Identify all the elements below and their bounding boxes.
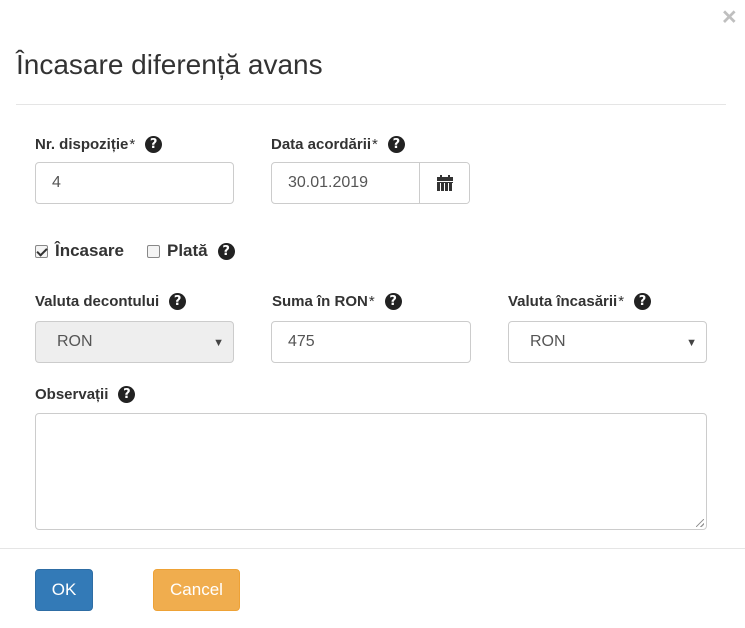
suma-ron-input[interactable]: 475 bbox=[271, 321, 471, 363]
valuta-decontului-label: Valuta decontului ? bbox=[35, 291, 187, 311]
required-mark: * bbox=[129, 135, 136, 153]
suma-ron-value: 475 bbox=[288, 333, 315, 350]
data-acordarii-value: 30.01.2019 bbox=[288, 174, 369, 191]
valuta-decontului-value: RON bbox=[57, 333, 93, 350]
observatii-textarea[interactable] bbox=[35, 413, 707, 530]
valuta-decontului-select: RON ▼ bbox=[35, 321, 234, 363]
calendar-icon bbox=[436, 175, 453, 191]
help-icon[interactable]: ? bbox=[634, 292, 652, 310]
chevron-down-icon: ▼ bbox=[213, 337, 224, 349]
suma-ron-label: Suma în RON * ? bbox=[272, 291, 402, 311]
plata-checkbox[interactable] bbox=[147, 244, 160, 258]
incasare-checkbox[interactable] bbox=[35, 244, 48, 258]
data-acordarii-label-text: Data acordării bbox=[271, 135, 372, 153]
help-icon[interactable]: ? bbox=[145, 135, 163, 153]
help-icon[interactable]: ? bbox=[217, 242, 235, 260]
resize-handle[interactable] bbox=[696, 519, 704, 527]
nr-dispozitie-label-text: Nr. dispoziție bbox=[35, 135, 129, 153]
nr-dispozitie-value: 4 bbox=[52, 174, 61, 191]
valuta-incasarii-select[interactable]: RON ▼ bbox=[508, 321, 707, 363]
data-acordarii-label: Data acordării * ? bbox=[271, 134, 405, 154]
incasare-label: Încasare bbox=[55, 241, 124, 260]
close-icon[interactable]: × bbox=[722, 4, 737, 30]
chevron-down-icon: ▼ bbox=[686, 337, 697, 349]
required-mark: * bbox=[372, 135, 378, 153]
valuta-incasarii-label: Valuta încasării * ? bbox=[508, 291, 652, 311]
footer-divider bbox=[0, 548, 745, 549]
nr-dispozitie-label: Nr. dispoziție * ? bbox=[35, 134, 163, 154]
observatii-label-text: Observații bbox=[35, 385, 109, 403]
valuta-decontului-label-text: Valuta decontului bbox=[35, 292, 160, 310]
dialog-title: Încasare diferență avans bbox=[16, 49, 323, 80]
observatii-label: Observații ? bbox=[35, 384, 136, 404]
required-mark: * bbox=[618, 292, 625, 310]
required-mark: * bbox=[368, 292, 375, 310]
valuta-incasarii-value: RON bbox=[530, 333, 566, 350]
valuta-incasarii-label-text: Valuta încasării bbox=[508, 292, 618, 310]
incasare-option[interactable]: Încasare bbox=[35, 241, 124, 261]
nr-dispozitie-input[interactable]: 4 bbox=[35, 162, 234, 204]
help-icon[interactable]: ? bbox=[118, 385, 136, 403]
calendar-button[interactable] bbox=[419, 163, 469, 203]
help-icon[interactable]: ? bbox=[387, 135, 405, 153]
suma-ron-label-text: Suma în RON bbox=[272, 292, 368, 310]
help-icon[interactable]: ? bbox=[384, 292, 402, 310]
help-icon[interactable]: ? bbox=[169, 292, 187, 310]
plata-label: Plată bbox=[167, 241, 208, 260]
data-acordarii-input[interactable]: 30.01.2019 bbox=[272, 163, 419, 203]
plata-option[interactable]: Plată ? bbox=[147, 241, 235, 261]
data-acordarii-group: 30.01.2019 bbox=[271, 162, 470, 204]
header-divider bbox=[16, 104, 726, 105]
ok-button[interactable]: OK bbox=[35, 569, 93, 611]
cancel-button[interactable]: Cancel bbox=[153, 569, 240, 611]
